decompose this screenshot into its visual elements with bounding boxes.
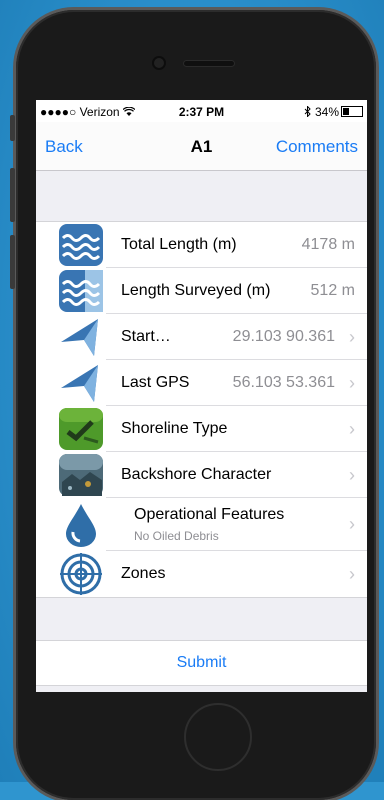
volume-up-button bbox=[10, 168, 15, 222]
target-icon bbox=[58, 553, 104, 595]
battery-indicator: 34% bbox=[304, 105, 363, 119]
app-screen: ●●●●○ Verizon 2:37 PM 34% Back A1 Commen… bbox=[36, 100, 367, 692]
submit-button[interactable]: Submit bbox=[36, 641, 367, 685]
comments-button[interactable]: Comments bbox=[276, 137, 358, 157]
chevron-right-icon: › bbox=[349, 373, 355, 393]
battery-icon bbox=[341, 106, 363, 117]
home-button[interactable] bbox=[184, 703, 252, 771]
row-label: Zones bbox=[121, 565, 166, 582]
arrow-location-icon bbox=[58, 362, 104, 404]
row-label: Total Length (m) bbox=[121, 236, 237, 253]
backshore-photo-icon bbox=[58, 454, 104, 496]
list-item-shoreline-type[interactable]: Shoreline Type › bbox=[36, 406, 367, 452]
navigation-bar: Back A1 Comments bbox=[36, 122, 367, 171]
waves-measure-icon bbox=[58, 270, 104, 312]
chevron-right-icon: › bbox=[349, 327, 355, 347]
row-subtitle: No Oiled Debris bbox=[134, 529, 219, 543]
volume-down-button bbox=[10, 235, 15, 289]
list-item-backshore-character[interactable]: Backshore Character › bbox=[36, 452, 367, 498]
list-item-last-gps[interactable]: Last GPS 56.103 53.361 › bbox=[36, 360, 367, 406]
front-camera bbox=[154, 58, 164, 68]
shoreline-photo-icon bbox=[58, 408, 104, 450]
list-item-zones[interactable]: Zones › bbox=[36, 551, 367, 597]
row-label: Shoreline Type bbox=[121, 420, 228, 437]
row-label: Length Surveyed (m) bbox=[121, 282, 271, 299]
row-label: Last GPS bbox=[121, 374, 190, 391]
row-value: 56.103 53.361 bbox=[232, 374, 335, 391]
waves-icon bbox=[58, 224, 104, 266]
chevron-right-icon: › bbox=[349, 419, 355, 439]
row-label: Start… bbox=[121, 328, 171, 345]
row-value: 29.103 90.361 bbox=[232, 328, 335, 345]
row-label: Operational Features bbox=[134, 506, 285, 523]
list-item-start-gps[interactable]: Start… 29.103 90.361 › bbox=[36, 314, 367, 360]
row-label: Backshore Character bbox=[121, 466, 272, 483]
mute-switch bbox=[10, 115, 15, 141]
chevron-right-icon: › bbox=[349, 564, 355, 584]
speaker-grille bbox=[184, 61, 234, 66]
row-value: 512 m bbox=[310, 282, 355, 299]
submit-bar: Submit bbox=[36, 640, 367, 686]
arrow-location-icon bbox=[58, 316, 104, 358]
list-item-length-surveyed[interactable]: Length Surveyed (m) 512 m bbox=[36, 268, 367, 314]
list-item-total-length[interactable]: Total Length (m) 4178 m bbox=[36, 222, 367, 268]
status-bar: ●●●●○ Verizon 2:37 PM 34% bbox=[36, 100, 367, 122]
list-item-operational-features[interactable]: Operational Features No Oiled Debris › bbox=[36, 498, 367, 551]
bluetooth-icon bbox=[304, 105, 315, 119]
row-value: 4178 m bbox=[301, 236, 355, 253]
oil-drop-icon bbox=[58, 502, 104, 547]
survey-list: Total Length (m) 4178 m Length Surveyed … bbox=[36, 221, 367, 598]
chevron-right-icon: › bbox=[349, 514, 355, 534]
chevron-right-icon: › bbox=[349, 465, 355, 485]
